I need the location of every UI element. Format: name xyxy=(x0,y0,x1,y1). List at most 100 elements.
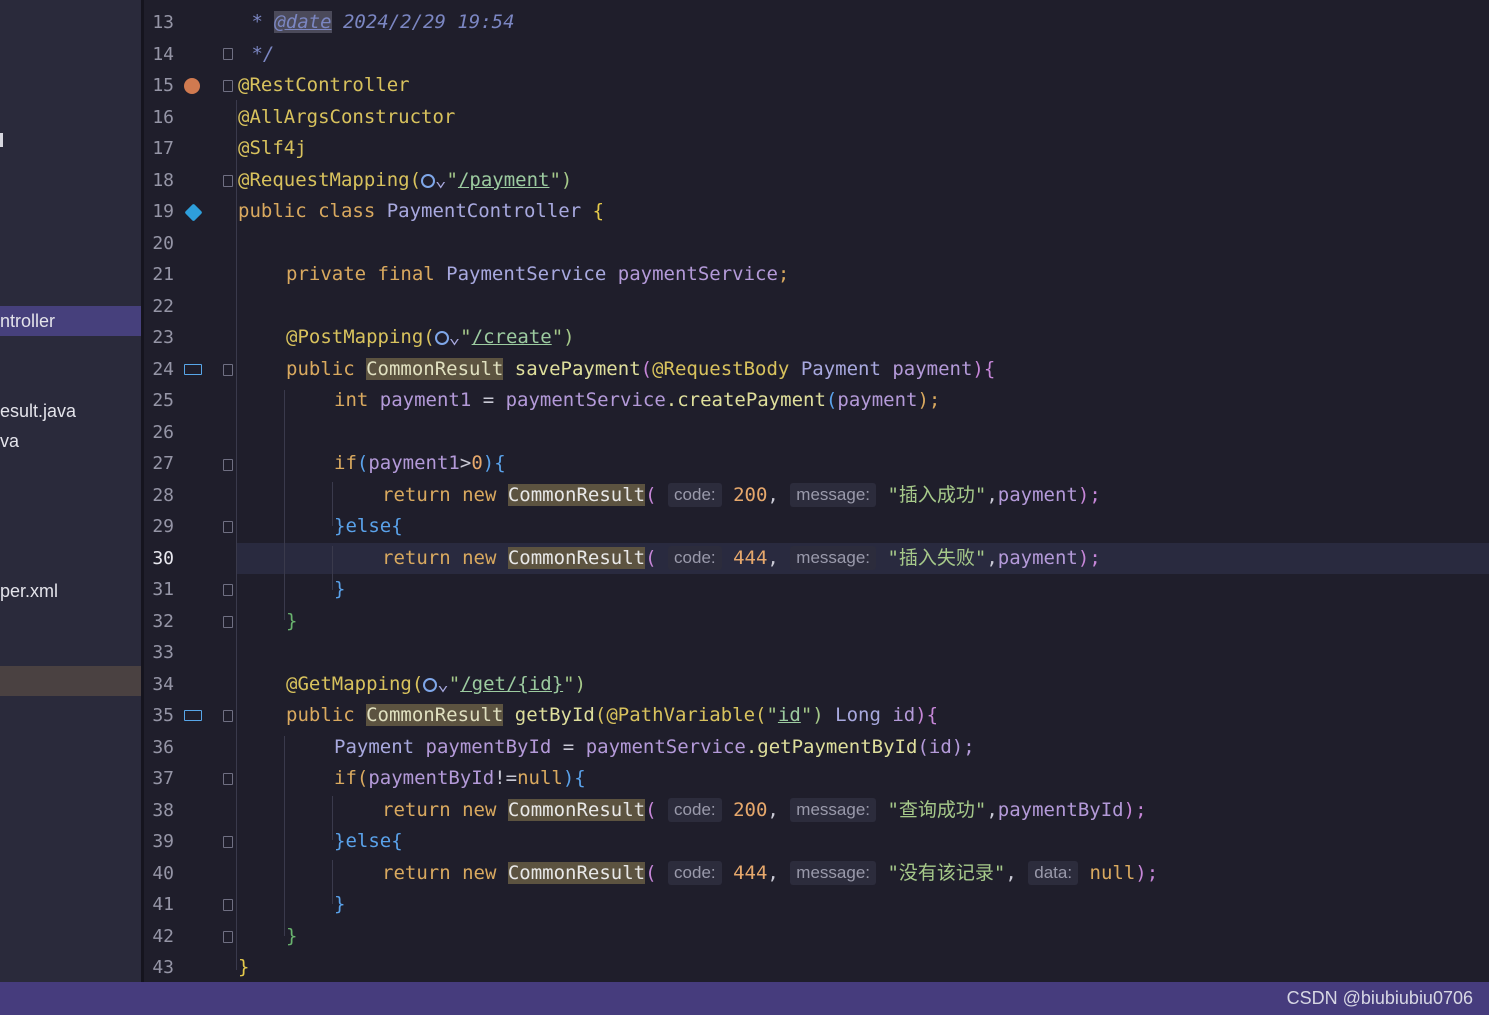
string-literal: "没有该记录" xyxy=(887,862,1006,884)
fold-marker-icon[interactable] xyxy=(223,710,233,722)
code-line[interactable]: } xyxy=(238,952,249,983)
brace: ){ xyxy=(562,767,586,789)
argument: payment xyxy=(997,484,1078,506)
watermark-text: CSDN @biubiubiu0706 xyxy=(1286,988,1473,1008)
semicolon: ; xyxy=(777,263,790,285)
line-number: 40 xyxy=(152,863,174,884)
tree-item-label: ntroller xyxy=(0,311,56,331)
fold-marker-icon[interactable] xyxy=(223,48,233,60)
code-line[interactable]: }else{ xyxy=(334,511,403,542)
code-line[interactable]: } xyxy=(334,889,345,920)
comment-text: 2024/2/29 19:54 xyxy=(331,11,515,33)
line-number: 29 xyxy=(152,516,174,537)
spring-bean-icon[interactable] xyxy=(184,78,200,94)
code-line[interactable]: public CommonResult savePayment(@Request… xyxy=(286,354,995,385)
tree-item-result-java[interactable]: esult.java xyxy=(0,396,76,426)
fold-marker-icon[interactable] xyxy=(223,931,233,943)
annotation: (@PathVariable( xyxy=(594,704,767,726)
line-number: 42 xyxy=(152,926,174,947)
chevron-down-icon[interactable]: ⌄ xyxy=(437,673,448,695)
api-endpoint-icon[interactable] xyxy=(184,710,202,721)
code-line[interactable]: @Slf4j xyxy=(238,133,307,164)
string-quote: " xyxy=(460,326,472,348)
string-quote: ") xyxy=(549,169,573,191)
indent-guide xyxy=(332,860,333,904)
fold-marker-icon[interactable] xyxy=(223,521,233,533)
code-line[interactable]: @AllArgsConstructor xyxy=(238,102,455,133)
keyword: int xyxy=(334,389,380,411)
code-line[interactable]: if(payment1>0){ xyxy=(334,448,506,479)
keyword: if xyxy=(334,452,357,474)
api-endpoint-icon[interactable] xyxy=(184,364,202,375)
code-line[interactable]: public CommonResult getById(@PathVariabl… xyxy=(286,700,938,731)
globe-icon[interactable] xyxy=(434,331,449,345)
null-literal: null xyxy=(517,767,563,789)
code-line[interactable]: } xyxy=(286,606,297,637)
code-line[interactable]: } xyxy=(286,921,297,952)
brace: { xyxy=(592,200,605,222)
fold-marker-icon[interactable] xyxy=(223,899,233,911)
code-line[interactable]: @PostMapping(⌄"/create") xyxy=(286,322,575,353)
parameter-hint: code: xyxy=(668,798,722,822)
fold-marker-icon[interactable] xyxy=(223,584,233,596)
variable: payment1 xyxy=(368,452,460,474)
code-line[interactable]: return new CommonResult( code: 444, mess… xyxy=(382,858,1158,889)
fold-marker-icon[interactable] xyxy=(223,175,233,187)
fold-marker-icon[interactable] xyxy=(223,616,233,628)
code-line[interactable]: private final PaymentService paymentServ… xyxy=(286,259,789,290)
code-line[interactable]: int payment1 = paymentService.createPaym… xyxy=(334,385,940,416)
tree-item-java[interactable]: va xyxy=(0,426,19,456)
code-line[interactable]: public class PaymentController { xyxy=(238,196,604,227)
globe-icon[interactable] xyxy=(423,678,438,692)
field-name: paymentService xyxy=(617,263,778,285)
chevron-down-icon[interactable]: ⌄ xyxy=(449,326,460,348)
fold-marker-icon[interactable] xyxy=(223,459,233,471)
keyword: return new xyxy=(382,547,508,569)
code-line[interactable]: * @date 2024/2/29 19:54 xyxy=(240,7,515,38)
line-number: 13 xyxy=(152,12,174,33)
url-link[interactable]: /get/{id} xyxy=(460,673,563,695)
code-line[interactable]: @GetMapping(⌄"/get/{id}") xyxy=(286,669,586,700)
tree-item-mapper-xml[interactable]: per.xml xyxy=(0,576,58,606)
string-quote: " xyxy=(448,673,461,695)
brace: ){ xyxy=(915,704,939,726)
url-link[interactable]: /create xyxy=(472,326,552,348)
line-number: 32 xyxy=(152,611,174,632)
comma: , xyxy=(986,799,998,821)
chevron-down-icon[interactable]: ⌄ xyxy=(435,169,446,191)
method-name: savePayment xyxy=(503,358,641,380)
field-name: paymentService xyxy=(505,389,666,411)
fold-marker-icon[interactable] xyxy=(223,773,233,785)
javadoc-tag: @date xyxy=(274,11,332,33)
fold-marker-icon[interactable] xyxy=(223,80,233,92)
line-number: 28 xyxy=(152,485,174,506)
tree-item-controller[interactable]: ntroller xyxy=(0,306,141,336)
globe-icon[interactable] xyxy=(421,174,436,188)
variable: paymentById xyxy=(368,767,495,789)
fold-marker-icon[interactable] xyxy=(223,364,233,376)
tree-item-hovered[interactable] xyxy=(0,666,141,696)
line-number: 21 xyxy=(152,264,174,285)
fold-marker-icon[interactable] xyxy=(223,836,233,848)
code-line[interactable]: Payment paymentById = paymentService.get… xyxy=(334,732,975,763)
code-line[interactable]: } xyxy=(334,574,345,605)
code-line[interactable]: if(paymentById!=null){ xyxy=(334,763,586,794)
code-line[interactable]: return new CommonResult( code: 200, mess… xyxy=(382,480,1101,511)
indent-guide xyxy=(284,736,285,936)
code-line[interactable]: @RequestMapping(⌄"/payment") xyxy=(238,165,572,196)
argument: paymentById xyxy=(997,799,1124,821)
tree-item-label: va xyxy=(0,431,20,451)
code-line[interactable]: }else{ xyxy=(334,826,403,857)
code-line[interactable]: */ xyxy=(240,39,274,70)
method-name: getById xyxy=(503,704,595,726)
code-line[interactable]: @RestController xyxy=(238,70,410,101)
paren: ( xyxy=(645,862,657,884)
code-line-current[interactable]: return new CommonResult( code: 444, mess… xyxy=(382,543,1101,574)
code-line[interactable]: return new CommonResult( code: 200, mess… xyxy=(382,795,1147,826)
line-number: 39 xyxy=(152,831,174,852)
parameter: id xyxy=(892,704,916,726)
type-highlight: CommonResult xyxy=(366,358,504,380)
string-literal: "查询成功" xyxy=(887,799,987,821)
url-link[interactable]: /payment xyxy=(458,169,550,191)
line-number: 26 xyxy=(152,422,174,443)
